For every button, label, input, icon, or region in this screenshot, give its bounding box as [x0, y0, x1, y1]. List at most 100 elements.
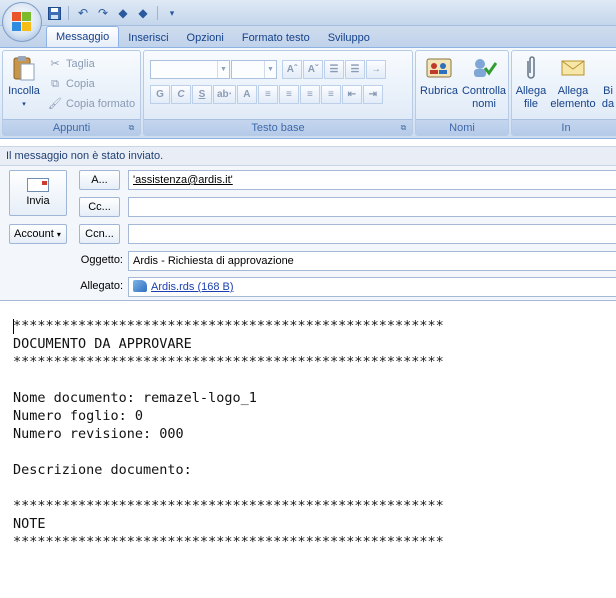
- bullets-button[interactable]: ☰: [324, 60, 344, 79]
- to-field[interactable]: 'assistenza@ardis.it': [128, 170, 616, 190]
- address-book-icon: [425, 54, 453, 82]
- address-book-label: Rubrica: [420, 85, 458, 97]
- qat-separator: [157, 6, 158, 20]
- format-painter-label: Copia formato: [66, 98, 136, 110]
- business-card-label-1: Bi: [603, 85, 613, 97]
- text-caret: [13, 319, 14, 334]
- ribbon-tabs: Messaggio Inserisci Opzioni Formato test…: [46, 26, 379, 48]
- paste-button[interactable]: Incolla ▾: [5, 54, 43, 111]
- business-card-button[interactable]: Bi da: [598, 54, 616, 111]
- format-row-1: Aˆ Aˇ ☰ ☰ →: [282, 60, 386, 79]
- group-testo-base: ▼ ▼ Aˆ Aˇ ☰ ☰ → G C S ab‧ A ≡ ≡ ≡ ≡ ⇤ ⇥ …: [143, 50, 413, 136]
- business-card-icon: [598, 54, 616, 82]
- up-arrow-icon[interactable]: ◆: [115, 5, 131, 21]
- subject-label: Oggetto:: [80, 254, 123, 266]
- check-names-button[interactable]: Controlla nomi: [460, 54, 508, 111]
- group-label-nomi: Nomi: [416, 119, 508, 135]
- business-card-label-2: da: [601, 98, 615, 110]
- italic-button[interactable]: C: [171, 85, 191, 104]
- copy-label: Copia: [66, 78, 95, 90]
- font-name-combo[interactable]: ▼: [150, 60, 230, 79]
- group-nomi: Rubrica Controlla nomi Nomi: [415, 50, 509, 136]
- tab-formato-testo[interactable]: Formato testo: [233, 28, 319, 48]
- save-icon[interactable]: [46, 5, 62, 21]
- chevron-down-icon: ▾: [22, 101, 26, 108]
- envelope-icon: [559, 54, 587, 82]
- attach-item-label-2: elemento: [550, 98, 596, 110]
- tab-sviluppo[interactable]: Sviluppo: [319, 28, 379, 48]
- numbering-button[interactable]: ☰: [345, 60, 365, 79]
- cc-button[interactable]: Cc...: [79, 197, 120, 217]
- subject-field[interactable]: Ardis - Richiesta di approvazione: [128, 251, 616, 271]
- paperclip-icon: [517, 54, 545, 82]
- tab-messaggio[interactable]: Messaggio: [46, 26, 120, 48]
- cut-label: Taglia: [66, 58, 95, 70]
- chevron-down-icon: ▾: [56, 230, 61, 239]
- chevron-down-icon: ▼: [264, 61, 276, 78]
- increase-indent-button[interactable]: ⇥: [362, 85, 383, 104]
- tab-opzioni[interactable]: Opzioni: [178, 28, 233, 48]
- shrink-font-button[interactable]: Aˇ: [303, 60, 323, 79]
- ccn-button[interactable]: Ccn...: [79, 224, 120, 244]
- ribbon: Incolla ▾ ✂ Taglia ⧉ Copia 🖌 Copia forma…: [0, 47, 616, 139]
- grow-font-button[interactable]: Aˆ: [282, 60, 302, 79]
- paste-label: Incolla: [8, 85, 40, 97]
- office-logo-icon: [12, 12, 32, 32]
- highlight-button[interactable]: ab‧: [213, 85, 236, 104]
- clipboard-icon: [10, 54, 38, 82]
- attachment-file-icon: [133, 280, 147, 292]
- bold-button[interactable]: G: [150, 85, 170, 104]
- align-left-button[interactable]: ≡: [257, 85, 278, 104]
- attach-item-button[interactable]: Allega elemento: [550, 54, 596, 111]
- justify-button[interactable]: ≡: [320, 85, 341, 104]
- info-bar: Il messaggio non è stato inviato.: [0, 146, 616, 166]
- to-recipient[interactable]: 'assistenza@ardis.it': [133, 174, 233, 186]
- check-names-label-1: Controlla: [461, 85, 507, 97]
- redo-icon[interactable]: ↷: [95, 5, 111, 21]
- format-row-2: G C S ab‧ A ≡ ≡ ≡ ≡ ⇤ ⇥: [150, 85, 383, 104]
- group-includi: Allega file Allega elemento Bi da In: [511, 50, 616, 136]
- dialog-launcher-icon[interactable]: ⧉: [398, 122, 409, 133]
- account-button[interactable]: Account ▾: [9, 224, 67, 244]
- check-names-label-2: nomi: [472, 98, 496, 110]
- align-center-button[interactable]: ≡: [278, 85, 299, 104]
- title-bar: ↶ ↷ ◆ ◆ ▾: [0, 0, 616, 26]
- account-label: Account: [14, 228, 54, 240]
- group-label-appunti: Appunti: [3, 119, 140, 135]
- attach-file-label-2: file: [523, 98, 539, 110]
- paintbrush-icon: 🖌: [48, 98, 62, 110]
- attachment-field[interactable]: Ardis.rds (168 B): [128, 277, 616, 297]
- attachment-label: Allegato:: [80, 280, 123, 292]
- cut-button[interactable]: ✂ Taglia: [47, 56, 95, 73]
- undo-icon[interactable]: ↶: [75, 5, 91, 21]
- attach-file-label-1: Allega: [515, 85, 547, 97]
- attach-item-label-1: Allega: [557, 85, 589, 97]
- check-names-icon: [470, 54, 498, 82]
- to-button[interactable]: A...: [79, 170, 120, 190]
- copy-button[interactable]: ⧉ Copia: [47, 76, 95, 93]
- send-label: Invia: [26, 195, 50, 207]
- send-button[interactable]: Invia: [9, 170, 67, 216]
- group-appunti: Incolla ▾ ✂ Taglia ⧉ Copia 🖌 Copia forma…: [2, 50, 141, 136]
- dialog-launcher-icon[interactable]: ⧉: [126, 122, 137, 133]
- body-text: ****************************************…: [13, 318, 444, 550]
- align-right-button[interactable]: ≡: [299, 85, 320, 104]
- down-arrow-icon[interactable]: ◆: [135, 5, 151, 21]
- send-envelope-icon: [27, 178, 49, 192]
- copy-icon: ⧉: [51, 78, 59, 90]
- office-button[interactable]: [2, 2, 42, 42]
- font-size-combo[interactable]: ▼: [231, 60, 277, 79]
- font-color-button[interactable]: A: [236, 85, 257, 104]
- tab-inserisci[interactable]: Inserisci: [119, 28, 177, 48]
- message-body[interactable]: ****************************************…: [0, 300, 616, 598]
- customize-icon[interactable]: ▾: [164, 5, 180, 21]
- underline-button[interactable]: S: [192, 85, 212, 104]
- attachment-link[interactable]: Ardis.rds (168 B): [151, 281, 234, 293]
- format-painter-button[interactable]: 🖌 Copia formato: [47, 96, 135, 113]
- attach-file-button[interactable]: Allega file: [514, 54, 548, 111]
- ccn-field[interactable]: [128, 224, 616, 244]
- decrease-indent-button[interactable]: ⇤: [341, 85, 362, 104]
- cc-field[interactable]: [128, 197, 616, 217]
- address-book-button[interactable]: Rubrica: [419, 54, 459, 98]
- clear-format-button[interactable]: →: [366, 60, 386, 79]
